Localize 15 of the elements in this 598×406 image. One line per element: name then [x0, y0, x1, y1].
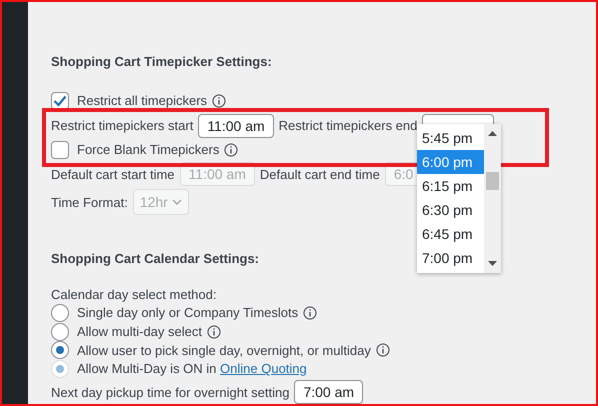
field-label: Time Format:: [51, 194, 128, 210]
radio-label: Allow Multi-Day is ON in Online Quoting: [77, 361, 307, 376]
field-label: Calendar day select method:: [51, 286, 216, 302]
checkbox-label: Restrict all timepickers: [77, 93, 208, 108]
section-heading: Shopping Cart Timepicker Settings:: [51, 54, 272, 69]
field-label: Default cart end time: [260, 166, 380, 182]
field-label: Restrict timepickers end: [278, 118, 418, 134]
section-heading: Shopping Cart Calendar Settings:: [51, 251, 260, 266]
radio-label: Single day only or Company Timeslots: [77, 305, 298, 320]
checkbox-label: Force Blank Timepickers: [77, 142, 220, 158]
radio-label: Allow user to pick single day, overnight, or multiday: [77, 342, 371, 358]
field-label: Restrict timepickers start: [51, 118, 194, 134]
field-label: Next day pickup time for overnight setting: [51, 384, 290, 400]
field-label: Default cart start time: [51, 166, 175, 182]
radio-label: Allow multi-day select: [77, 324, 202, 340]
